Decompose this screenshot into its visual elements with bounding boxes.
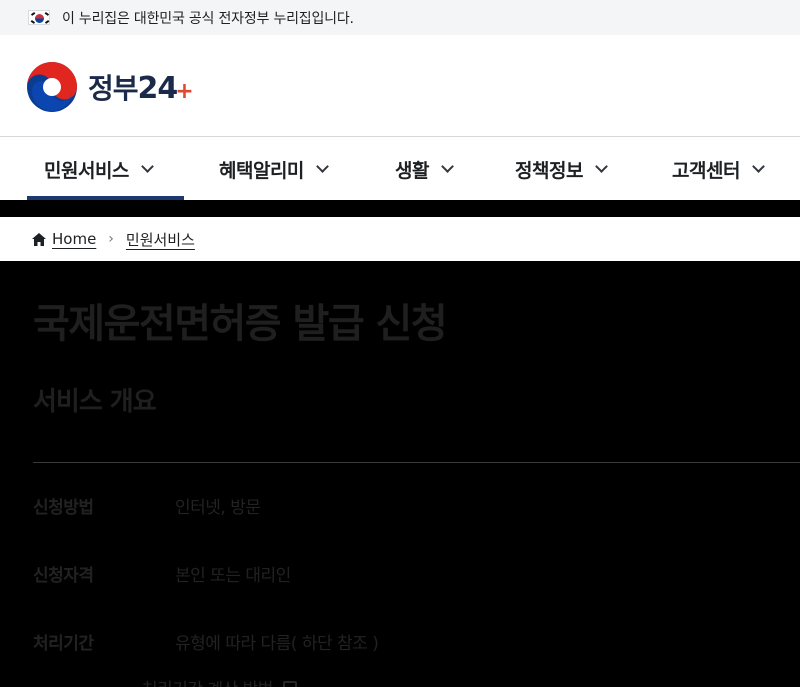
chevron-down-icon bbox=[595, 160, 608, 173]
processing-time-link[interactable]: 처리기간 계산 방법 bbox=[142, 675, 297, 687]
breadcrumb-home-link[interactable]: Home bbox=[52, 230, 96, 248]
home-icon bbox=[32, 232, 46, 246]
processing-time-link-text: 처리기간 계산 방법 bbox=[142, 675, 273, 687]
gov-official-banner: 이 누리집은 대한민국 공식 전자정부 누리집입니다. bbox=[0, 0, 800, 35]
info-label: 신청자격 bbox=[33, 566, 94, 586]
logo-text: 정부 bbox=[88, 72, 139, 105]
breadcrumb: Home › 민원서비스 bbox=[0, 217, 800, 261]
info-row: 신청방법 인터넷, 방문 bbox=[33, 493, 800, 523]
nav-item-customer-center[interactable]: 고객센터 bbox=[672, 138, 765, 200]
chevron-down-icon bbox=[141, 160, 154, 173]
nav-item-civil-services[interactable]: 민원서비스 bbox=[27, 138, 184, 200]
info-row: 처리기간 유형에 따라 다름( 하단 참조 ) bbox=[33, 629, 800, 659]
info-value: 유형에 따라 다름( 하단 참조 ) bbox=[175, 634, 379, 654]
info-value: 인터넷, 방문 bbox=[175, 498, 261, 518]
nav-item-benefits[interactable]: 혜택알리미 bbox=[219, 138, 329, 200]
nav-item-label: 고객센터 bbox=[672, 159, 740, 182]
page-title: 국제운전면허증 발급 신청 bbox=[33, 301, 448, 347]
government-emblem-icon bbox=[27, 62, 77, 112]
info-label: 처리기간 bbox=[33, 634, 94, 654]
chevron-down-icon bbox=[316, 160, 329, 173]
main-content: 국제운전면허증 발급 신청 서비스 개요 신청방법 인터넷, 방문 신청자격 본… bbox=[0, 261, 800, 687]
logo-plus: + bbox=[175, 79, 193, 104]
section-divider bbox=[33, 462, 800, 463]
open-popup-icon bbox=[282, 680, 297, 687]
nav-item-policy[interactable]: 정책정보 bbox=[515, 138, 608, 200]
nav-item-label: 정책정보 bbox=[515, 159, 583, 182]
info-value: 본인 또는 대리인 bbox=[175, 566, 291, 586]
info-label: 신청방법 bbox=[33, 498, 94, 518]
nav-item-label: 민원서비스 bbox=[44, 159, 129, 182]
chevron-down-icon bbox=[752, 160, 765, 173]
site-header: 정부 24 + bbox=[0, 35, 800, 137]
gov-banner-text: 이 누리집은 대한민국 공식 전자정부 누리집입니다. bbox=[62, 10, 354, 27]
breadcrumb-current-link[interactable]: 민원서비스 bbox=[126, 229, 195, 250]
main-navigation: 민원서비스 혜택알리미 생활 정책정보 고객센터 bbox=[0, 138, 800, 200]
logo-wordmark: 정부 24 + bbox=[88, 67, 194, 107]
nav-item-label: 생활 bbox=[395, 159, 429, 182]
site-logo[interactable]: 정부 24 + bbox=[26, 61, 194, 113]
overlay-strip bbox=[0, 200, 800, 217]
info-row: 신청자격 본인 또는 대리인 bbox=[33, 561, 800, 591]
chevron-right-icon: › bbox=[108, 231, 114, 247]
nav-item-label: 혜택알리미 bbox=[219, 159, 304, 182]
korea-flag-icon bbox=[28, 10, 50, 25]
chevron-down-icon bbox=[441, 160, 454, 173]
section-title: 서비스 개요 bbox=[33, 387, 157, 417]
nav-item-living[interactable]: 생활 bbox=[395, 138, 454, 200]
logo-number: 24 bbox=[137, 71, 179, 106]
